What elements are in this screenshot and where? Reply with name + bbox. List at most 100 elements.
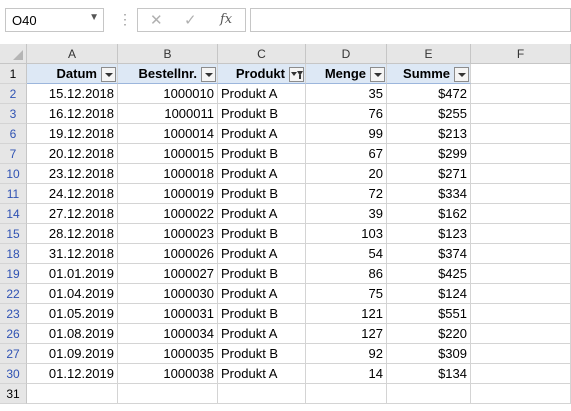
table-cell-menge[interactable]: 67: [306, 144, 387, 164]
row-header[interactable]: 18: [0, 244, 27, 264]
table-cell-datum[interactable]: 01.08.2019: [27, 324, 118, 344]
table-cell-nr[interactable]: 1000035: [118, 344, 218, 364]
empty-cell[interactable]: [471, 264, 571, 284]
table-cell-datum[interactable]: 27.12.2018: [27, 204, 118, 224]
chevron-down-icon[interactable]: ▼: [89, 12, 99, 23]
row-header[interactable]: 3: [0, 104, 27, 124]
table-cell-datum[interactable]: 20.12.2018: [27, 144, 118, 164]
table-cell-summe[interactable]: $472: [387, 84, 471, 104]
empty-cell[interactable]: [471, 284, 571, 304]
table-cell-menge[interactable]: 76: [306, 104, 387, 124]
insert-function-icon[interactable]: fx: [220, 12, 232, 27]
empty-cell[interactable]: [471, 144, 571, 164]
filter-dropdown-icon[interactable]: [454, 67, 469, 82]
table-cell-datum[interactable]: 01.05.2019: [27, 304, 118, 324]
empty-cell[interactable]: [471, 184, 571, 204]
empty-cell[interactable]: [471, 384, 571, 404]
table-cell-nr[interactable]: 1000026: [118, 244, 218, 264]
table-cell-produkt[interactable]: Produkt A: [218, 164, 306, 184]
row-header[interactable]: 31: [0, 384, 27, 404]
row-header[interactable]: 7: [0, 144, 27, 164]
table-cell-menge[interactable]: 99: [306, 124, 387, 144]
empty-cell[interactable]: [471, 364, 571, 384]
table-cell-nr[interactable]: 1000014: [118, 124, 218, 144]
table-cell-summe[interactable]: $162: [387, 204, 471, 224]
table-cell-produkt[interactable]: Produkt B: [218, 144, 306, 164]
table-cell-nr[interactable]: 1000038: [118, 364, 218, 384]
table-cell-produkt[interactable]: Produkt A: [218, 244, 306, 264]
table-cell-datum[interactable]: 01.01.2019: [27, 264, 118, 284]
empty-cell[interactable]: [218, 384, 306, 404]
row-header[interactable]: 26: [0, 324, 27, 344]
table-cell-menge[interactable]: 72: [306, 184, 387, 204]
formula-input[interactable]: [250, 8, 571, 32]
filter-dropdown-icon[interactable]: [101, 67, 116, 82]
empty-cell[interactable]: [471, 204, 571, 224]
empty-cell[interactable]: [471, 244, 571, 264]
table-cell-menge[interactable]: 39: [306, 204, 387, 224]
table-cell-summe[interactable]: $551: [387, 304, 471, 324]
table-cell-summe[interactable]: $425: [387, 264, 471, 284]
table-cell-menge[interactable]: 35: [306, 84, 387, 104]
select-all-corner[interactable]: [0, 44, 27, 64]
table-cell-datum[interactable]: 24.12.2018: [27, 184, 118, 204]
empty-cell[interactable]: [471, 104, 571, 124]
empty-cell[interactable]: [471, 84, 571, 104]
empty-cell[interactable]: [471, 344, 571, 364]
table-cell-nr[interactable]: 1000031: [118, 304, 218, 324]
table-cell-summe[interactable]: $213: [387, 124, 471, 144]
table-cell-produkt[interactable]: Produkt A: [218, 364, 306, 384]
table-cell-menge[interactable]: 121: [306, 304, 387, 324]
table-cell-summe[interactable]: $374: [387, 244, 471, 264]
table-cell-produkt[interactable]: Produkt B: [218, 184, 306, 204]
table-cell-summe[interactable]: $299: [387, 144, 471, 164]
table-cell-produkt[interactable]: Produkt A: [218, 324, 306, 344]
table-cell-nr[interactable]: 1000022: [118, 204, 218, 224]
row-header[interactable]: 23: [0, 304, 27, 324]
table-cell-summe[interactable]: $255: [387, 104, 471, 124]
row-header[interactable]: 10: [0, 164, 27, 184]
table-cell-datum[interactable]: 01.09.2019: [27, 344, 118, 364]
table-cell-menge[interactable]: 75: [306, 284, 387, 304]
table-cell-produkt[interactable]: Produkt B: [218, 224, 306, 244]
filter-active-icon[interactable]: [289, 67, 304, 82]
table-cell-produkt[interactable]: Produkt A: [218, 284, 306, 304]
empty-cell[interactable]: [471, 224, 571, 244]
empty-cell[interactable]: [471, 304, 571, 324]
empty-cell[interactable]: [471, 124, 571, 144]
empty-cell[interactable]: [27, 384, 118, 404]
column-header-e[interactable]: E: [387, 44, 471, 64]
enter-icon[interactable]: ✓: [184, 11, 197, 29]
table-cell-produkt[interactable]: Produkt B: [218, 344, 306, 364]
table-cell-datum[interactable]: 31.12.2018: [27, 244, 118, 264]
cancel-icon[interactable]: ✕: [150, 11, 163, 29]
empty-cell[interactable]: [306, 384, 387, 404]
table-cell-summe[interactable]: $334: [387, 184, 471, 204]
row-header[interactable]: 27: [0, 344, 27, 364]
row-header[interactable]: 11: [0, 184, 27, 204]
table-cell-datum[interactable]: 15.12.2018: [27, 84, 118, 104]
name-box[interactable]: O40 ▼: [5, 8, 104, 32]
filter-dropdown-icon[interactable]: [370, 67, 385, 82]
table-cell-datum[interactable]: 01.04.2019: [27, 284, 118, 304]
empty-cell[interactable]: [118, 384, 218, 404]
table-cell-nr[interactable]: 1000015: [118, 144, 218, 164]
table-cell-produkt[interactable]: Produkt A: [218, 204, 306, 224]
table-cell-menge[interactable]: 20: [306, 164, 387, 184]
table-cell-datum[interactable]: 01.12.2019: [27, 364, 118, 384]
table-cell-datum[interactable]: 28.12.2018: [27, 224, 118, 244]
table-cell-menge[interactable]: 103: [306, 224, 387, 244]
column-header-a[interactable]: A: [27, 44, 118, 64]
table-cell-summe[interactable]: $124: [387, 284, 471, 304]
row-header[interactable]: 19: [0, 264, 27, 284]
table-cell-nr[interactable]: 1000034: [118, 324, 218, 344]
row-header[interactable]: 1: [0, 64, 27, 84]
table-cell-nr[interactable]: 1000023: [118, 224, 218, 244]
table-cell-nr[interactable]: 1000019: [118, 184, 218, 204]
column-header-b[interactable]: B: [118, 44, 218, 64]
column-header-f[interactable]: F: [471, 44, 571, 64]
empty-cell[interactable]: [471, 64, 571, 84]
table-cell-summe[interactable]: $220: [387, 324, 471, 344]
table-cell-nr[interactable]: 1000030: [118, 284, 218, 304]
table-cell-nr[interactable]: 1000018: [118, 164, 218, 184]
